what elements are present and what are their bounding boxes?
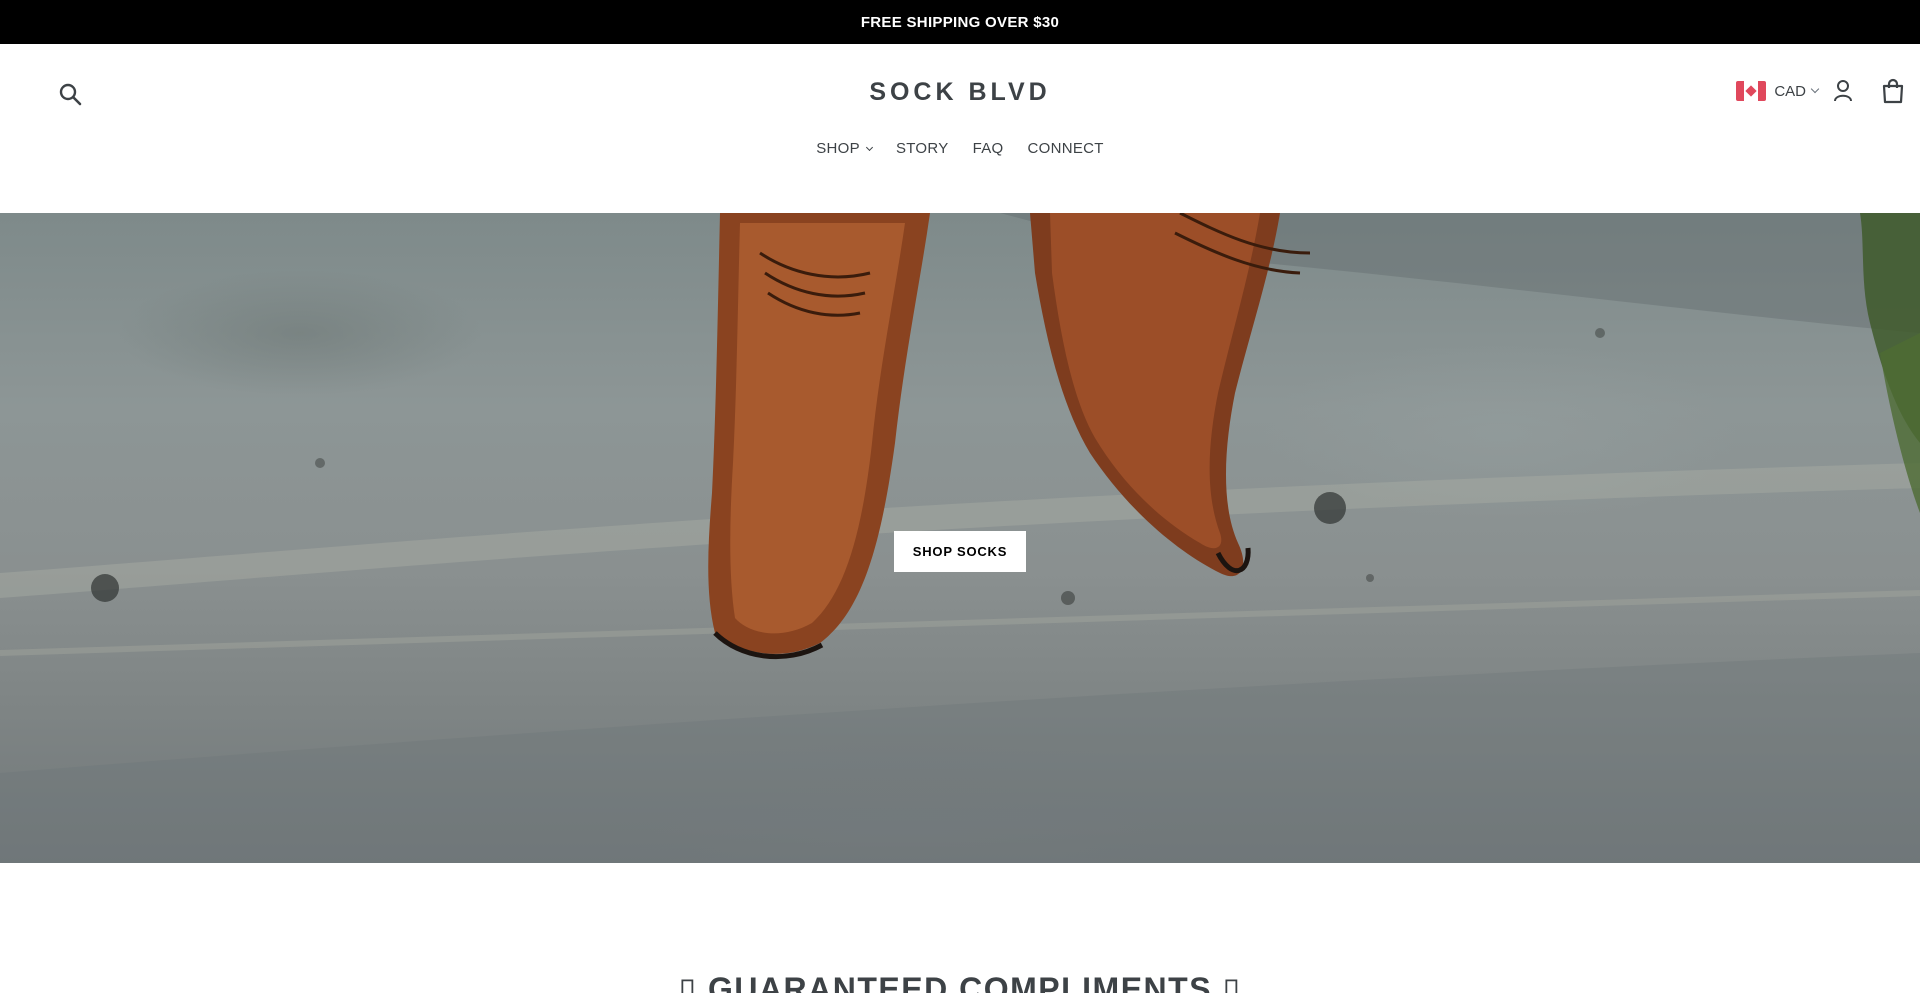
main-nav: SHOP STORY FAQ CONNECT (0, 140, 1920, 157)
shop-socks-button[interactable]: SHOP SOCKS (894, 531, 1026, 572)
site-header: SOCK BLVD CAD SHOP STORY FAQ CONNECT (0, 44, 1920, 213)
canada-flag-icon (1736, 81, 1767, 101)
nav-item-faq[interactable]: FAQ (961, 140, 1016, 157)
nav-item-label: FAQ (972, 140, 1004, 157)
section-title: ▯ GUARANTEED COMPLIMENTS ▯ (678, 971, 1242, 993)
chevron-down-icon (865, 143, 873, 151)
nav-item-shop[interactable]: SHOP (804, 140, 884, 157)
header-actions: CAD (1736, 70, 1920, 112)
announcement-text: FREE SHIPPING OVER $30 (860, 13, 1060, 31)
nav-item-story[interactable]: STORY (884, 140, 961, 157)
account-button[interactable] (1832, 79, 1854, 103)
cart-button[interactable] (1880, 78, 1906, 104)
nav-item-label: STORY (895, 140, 949, 157)
site-logo: SOCK BLVD (0, 78, 1920, 107)
logo-link[interactable]: SOCK BLVD (869, 78, 1050, 106)
nav-item-label: CONNECT (1027, 140, 1104, 157)
nav-item-connect[interactable]: CONNECT (1016, 140, 1116, 157)
currency-selector[interactable]: CAD (1736, 81, 1820, 101)
currency-code: CAD (1774, 82, 1806, 100)
announcement-bar: FREE SHIPPING OVER $30 (0, 0, 1920, 44)
cart-icon (1882, 78, 1904, 104)
nav-item-label: SHOP (816, 140, 860, 157)
account-icon (1834, 80, 1852, 102)
chevron-down-icon (1810, 84, 1820, 94)
hero-banner: SHOP SOCKS (0, 213, 1920, 863)
